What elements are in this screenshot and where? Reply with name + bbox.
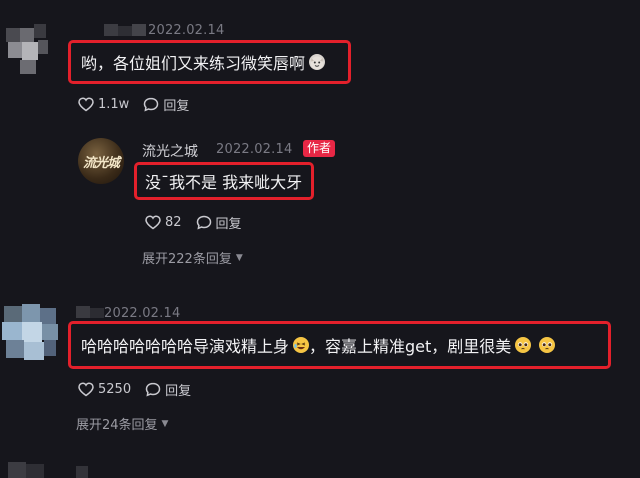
comment-actions: 1.1w 回复 [78,95,203,114]
reply-label: 回复 [215,217,242,232]
comment-date: 2022.02.14 [148,23,225,38]
author-badge: 作者 [303,140,336,157]
like-count: 5250 [98,382,132,397]
pleading-emoji-icon [515,337,532,353]
comment-bubble-icon [196,215,211,230]
reply-text-highlight: 没¯我不是 我来呲大牙 [134,162,314,200]
pleading-emoji-icon [539,337,556,353]
reply-label: 回复 [163,99,190,114]
comment-date: 2022.02.14 [104,306,181,321]
reply-date: 2022.02.14 [216,142,293,157]
expand-replies-button[interactable]: 展开222条回复 ▼ [142,248,243,267]
user-avatar-blurred[interactable] [0,302,66,372]
like-button[interactable]: 1.1w [78,97,129,112]
username-blurred [104,24,146,36]
chevron-down-icon: ▼ [235,252,243,263]
heart-icon [78,382,94,397]
laughing-emoji-icon [293,337,310,353]
author-avatar-text: 流光城 [82,155,120,171]
comment-actions: 5250 回复 [78,380,205,399]
comment-text-highlight: 哟，各位姐们又来练习微笑唇啊 [68,40,351,84]
expand-replies-label: 展开222条回复 [142,252,232,267]
reply-button[interactable]: 回复 [196,213,242,232]
like-count: 82 [165,215,182,230]
user-avatar-blurred[interactable] [0,462,60,478]
comment-text-part1: 哈哈哈哈哈哈哈导演戏精上身 [81,337,290,356]
comment-text-highlight: 哈哈哈哈哈哈哈导演戏精上身 ，容嘉上精准get，剧里很美 [68,321,611,369]
user-avatar-blurred[interactable] [0,18,56,78]
heart-icon [78,97,94,112]
comment-bubble-icon [144,97,159,112]
username-blurred [76,306,106,318]
comment-bubble-icon [145,382,161,397]
cat-emoji-icon [309,54,326,70]
like-count: 1.1w [98,97,130,112]
author-name[interactable]: 流光之城 [142,141,198,161]
reply-actions: 82 回复 [145,213,256,232]
comment-text: 哟，各位姐们又来练习微笑唇啊 [81,54,306,73]
author-avatar[interactable]: 流光城 [78,138,124,184]
chevron-down-icon: ▼ [161,418,169,429]
reply-label: 回复 [165,384,192,399]
reply-text: 没¯我不是 我来呲大牙 [145,173,303,192]
like-button[interactable]: 5250 [78,382,131,397]
expand-replies-button[interactable]: 展开24条回复 ▼ [76,414,168,433]
comment-text-part2: ，容嘉上精准get，剧里很美 [309,337,512,356]
comment-thread: 2022.02.14 哟，各位姐们又来练习微笑唇啊 1.1w 回复 流光城 流光… [0,0,640,478]
username-blurred [76,466,100,478]
expand-replies-label: 展开24条回复 [76,418,158,433]
reply-button[interactable]: 回复 [145,380,191,399]
reply-button[interactable]: 回复 [143,95,189,114]
heart-icon [145,215,161,230]
like-button[interactable]: 82 [145,215,182,230]
